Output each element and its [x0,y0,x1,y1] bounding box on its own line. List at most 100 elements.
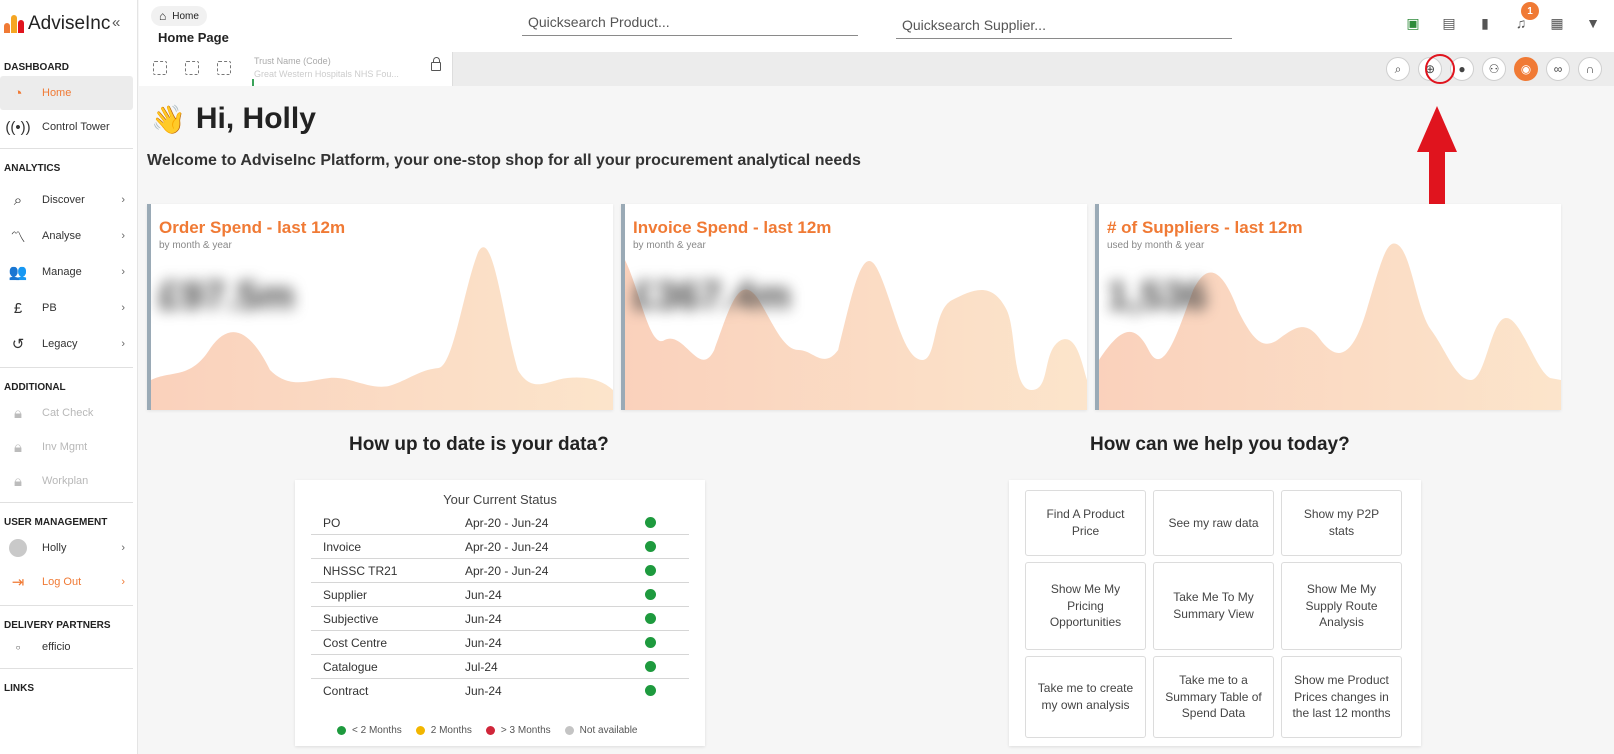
kpi-card-suppliers[interactable]: # of Suppliers - last 12m used by month … [1095,204,1561,410]
feedback-icon[interactable]: ▤ [1440,14,1458,32]
legend-label: Not available [579,725,638,736]
trust-name-value[interactable]: Great Western Hospitals NHS Fou... [254,69,399,79]
sparkline-area [151,247,613,410]
sidebar-item-pb[interactable]: £ PB › [0,291,137,325]
circle-icon: ○ [15,642,21,652]
sidebar-item-log-out[interactable]: ⇥ Log Out › [0,565,137,599]
sidebar-item-legacy[interactable]: ↺ Legacy › [0,327,137,361]
breadcrumb[interactable]: ⌂ Home [151,6,207,26]
status-row-range: Jun-24 [465,588,502,602]
sidebar-item-label: Cat Check [42,407,94,419]
sidebar-item-cat-check[interactable]: 🔒︎ Cat Check [0,396,137,430]
chevron-right-icon: › [121,230,125,242]
top-bar: ⌂ Home Home Page ▣ ▤ ▮ ♫ 1 ▦ ▼ [139,0,1614,52]
kpi-card-invoice-spend[interactable]: Invoice Spend - last 12m by month & year… [621,204,1087,410]
annotation-highlight-ring [1425,54,1455,84]
sidebar-item-inv-mgmt[interactable]: 🔒︎ Inv Mgmt [0,430,137,464]
discover-icon: ⌕ [13,191,23,209]
section-links: LINKS [4,683,34,694]
round-tools: ⌕ ⊕ ● ⚇ ◉ ∞ ∩ [1386,57,1602,81]
sidebar-item-workplan[interactable]: 🔒︎ Workplan [0,464,137,498]
lock-icon: 🔒︎ [14,472,22,490]
chevron-right-icon: › [121,194,125,206]
help-button[interactable]: Show my P2P stats [1281,490,1402,556]
help-button[interactable]: Find A Product Price [1025,490,1146,556]
kpi-card-order-spend[interactable]: Order Spend - last 12m by month & year £… [147,204,613,410]
eye-icon[interactable]: ◉ [1514,57,1538,81]
help-button[interactable]: Take Me To My Summary View [1153,562,1274,650]
main-content: 👋 Hi, Holly Welcome to AdviseInc Platfor… [139,86,1604,754]
settings-icon[interactable] [217,61,231,75]
sidebar-item-analyse[interactable]: 〽 Analyse › [0,219,137,253]
lock-icon: 🔒︎ [14,438,22,456]
lock-icon[interactable] [431,57,441,71]
link-icon[interactable]: ∞ [1546,57,1570,81]
export-icon[interactable] [185,61,199,75]
sidebar-item-label: Home [42,87,72,99]
clipboard-green-icon[interactable]: ▣ [1404,14,1422,32]
status-green-dot-icon [645,517,656,528]
quicksearch-supplier-input[interactable] [896,11,1232,39]
logo[interactable]: AdviseInc « [0,0,137,48]
card-title: Order Spend - last 12m [159,218,346,237]
clipboard-icon[interactable]: ▦ [1548,14,1566,32]
status-row-range: Apr-20 - Jun-24 [465,516,549,530]
home-icon: ⌂ [159,9,167,23]
sidebar-item-manage[interactable]: 👥 Manage › [0,255,137,289]
trust-name-label: Trust Name (Code) [254,56,331,66]
status-table: PO Apr-20 - Jun-24 Invoice Apr-20 - Jun-24 N… [295,511,705,703]
bell-icon[interactable]: ♫ 1 [1512,2,1539,32]
sidebar-item-control-tower[interactable]: ((•)) Control Tower [0,110,137,144]
help-button[interactable]: Take me to create my own analysis [1025,656,1146,738]
card-subtitle: by month & year [159,240,232,251]
status-row-name: NHSSC TR21 [323,564,398,578]
status-row-name: Cost Centre [323,636,388,650]
expand-icon[interactable] [153,61,167,75]
status-green-dot-icon [645,661,656,672]
group-icon[interactable]: ⚇ [1482,57,1506,81]
status-row-name: PO [323,516,341,530]
adviseinc-logo-icon [4,15,26,33]
section-delivery-partners: DELIVERY PARTNERS [4,620,111,631]
status-green-dot-icon [645,613,656,624]
status-row-name: Invoice [323,540,362,554]
green-dot-icon [337,726,346,735]
headset-icon[interactable]: ∩ [1578,57,1602,81]
bookmark-icon[interactable]: ▮ [1476,14,1494,32]
antenna-icon: ((•)) [5,118,31,136]
status-row: Cost Centre Jun-24 [311,631,689,655]
help-button[interactable]: Take me to a Summary Table of Spend Data [1153,656,1274,738]
divider [0,605,133,606]
help-panel: Find A Product Price See my raw data Show … [1009,480,1421,746]
sidebar-item-label: Log Out [42,576,82,588]
status-row-range: Apr-20 - Jun-24 [465,540,549,554]
quicksearch-product-input[interactable] [522,8,858,36]
help-button[interactable]: See my raw data [1153,490,1274,556]
search-icon[interactable]: ⌕ [1386,57,1410,81]
sidebar-item-label: Analyse [42,230,82,242]
sidebar-item-holly[interactable]: Holly › [0,531,137,565]
red-dot-icon [485,726,495,735]
breadcrumb-home: Home [172,10,199,22]
speedometer-icon: ◔ [13,84,23,102]
status-green-dot-icon [645,637,656,648]
section-additional: ADDITIONAL [4,382,66,393]
sidebar-item-efficio[interactable]: ○ efficio [0,634,137,660]
sidebar-item-discover[interactable]: ⌕ Discover › [0,183,137,217]
divider [0,502,133,503]
section-analytics: ANALYTICS [4,163,61,174]
sidebar-item-home[interactable]: ◔ Home [0,76,133,110]
history-icon: ↺ [11,336,25,353]
sidebar-item-label: PB [42,302,57,314]
legend-label: < 2 Months [352,725,402,736]
greeting-text: Hi, Holly [195,102,316,135]
filter-icon[interactable]: ▼ [1584,14,1602,32]
sidebar-item-label: Discover [42,194,85,206]
collapse-sidebar-icon[interactable]: « [112,14,120,31]
help-button[interactable]: Show Me My Supply Route Analysis [1281,562,1402,650]
help-button[interactable]: Show Me My Pricing Opportunities [1025,562,1146,650]
status-row-range: Jun-24 [465,636,502,650]
sparkline-area [625,260,1087,410]
yellow-dot-icon [415,726,425,735]
help-button[interactable]: Show me Product Prices changes in the la… [1281,656,1402,738]
